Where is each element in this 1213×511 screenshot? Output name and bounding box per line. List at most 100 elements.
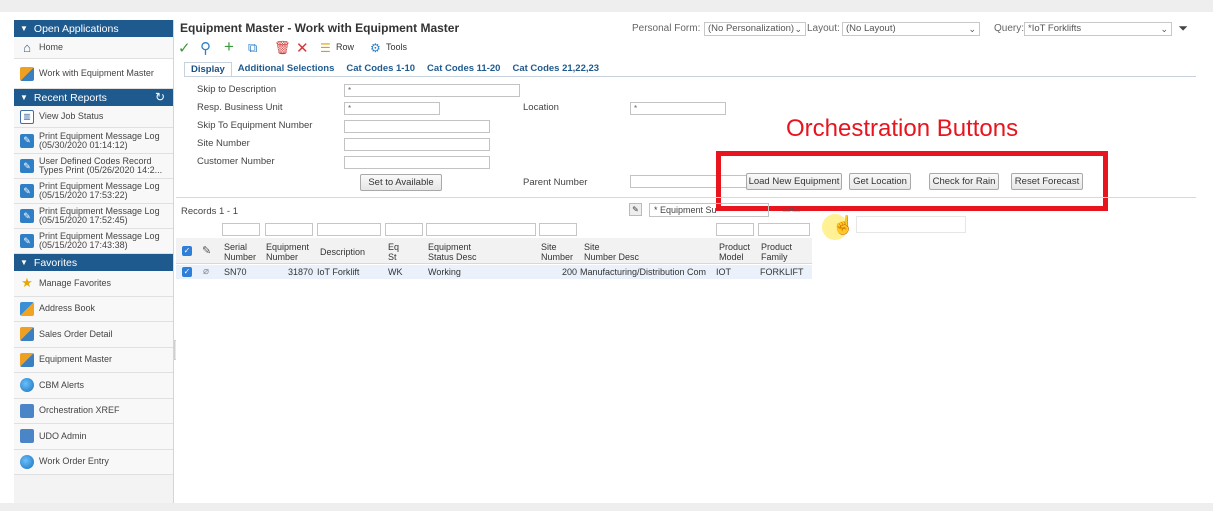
- title-bar: Equipment Master - Work with Equipment M…: [176, 20, 1196, 38]
- search-icon[interactable]: ⚲: [200, 39, 211, 57]
- tab-cat-codes-11-20[interactable]: Cat Codes 11-20: [421, 62, 506, 76]
- recent-report-item[interactable]: ✎ User Defined Codes Record Types Print (…: [14, 154, 173, 179]
- edit-icon: ✎: [20, 234, 34, 248]
- personal-form-label: Personal Form:: [632, 23, 701, 34]
- cell-product-model: IOT: [716, 267, 731, 277]
- location-input[interactable]: *: [630, 102, 726, 115]
- customer-number-input[interactable]: [344, 156, 490, 169]
- tab-display[interactable]: Display: [184, 62, 232, 76]
- skip-equipment-number-label: Skip To Equipment Number: [197, 120, 313, 131]
- people-icon: [20, 327, 34, 342]
- favorite-equipment-master[interactable]: Equipment Master: [14, 347, 173, 373]
- site-number-input[interactable]: [344, 138, 490, 151]
- column-header-equipment-number[interactable]: Equipment Number: [266, 242, 309, 262]
- recent-report-item[interactable]: ✎ Print Equipment Message Log (05/15/2020…: [14, 204, 173, 229]
- skip-equipment-number-input[interactable]: [344, 120, 490, 133]
- table-row[interactable]: ✓ ⌀ SN70 31870 IoT Forklift WK Working 2…: [176, 265, 812, 279]
- recent-report-item[interactable]: ✎ Print Equipment Message Log (05/15/2020…: [14, 179, 173, 204]
- qbe-product-family[interactable]: [758, 223, 810, 236]
- paperclip-icon[interactable]: ⌀: [203, 266, 209, 277]
- chevron-down-icon: ⌄: [1160, 24, 1168, 34]
- resp-business-unit-input[interactable]: *: [344, 102, 440, 115]
- cell-equipment-number: 31870: [288, 267, 314, 277]
- grid-format-select[interactable]: * Equipment Su: [649, 203, 769, 217]
- customer-number-label: Customer Number: [197, 156, 275, 167]
- window-bottom-strip: [0, 503, 1213, 511]
- tab-additional-selections[interactable]: Additional Selections: [232, 62, 341, 76]
- copy-icon[interactable]: ⧉: [248, 40, 257, 56]
- column-header-product-model[interactable]: Product Model: [719, 242, 750, 262]
- delete-icon[interactable]: 🗑: [274, 40, 291, 56]
- column-header-description[interactable]: Description: [320, 247, 365, 257]
- add-icon[interactable]: +: [224, 37, 234, 57]
- set-to-available-button[interactable]: Set to Available: [360, 174, 442, 191]
- qbe-description[interactable]: [317, 223, 381, 236]
- favorite-orchestration-xref[interactable]: Orchestration XREF: [14, 398, 173, 424]
- column-header-site-number-desc[interactable]: Site Number Desc: [584, 242, 639, 262]
- chevron-down-icon: ⌄: [794, 24, 802, 34]
- sidebar-item-work-with-equipment-master[interactable]: Work with Equipment Master: [14, 59, 173, 89]
- tools-gear-icon[interactable]: ⚙: [370, 41, 381, 55]
- open-applications-header[interactable]: ▼ Open Applications: [14, 20, 173, 37]
- recent-report-item[interactable]: ✎ Print Equipment Message Log (05/15/2020…: [14, 229, 173, 254]
- star-icon: ★: [21, 275, 33, 291]
- qbe-product-model[interactable]: [716, 223, 754, 236]
- personal-form-select[interactable]: (No Personalization) ⌄: [704, 22, 806, 36]
- layout-label: Layout:: [807, 23, 840, 34]
- favorite-label: UDO Admin: [39, 430, 87, 441]
- recent-report-item[interactable]: ✎ Print Equipment Message Log (05/30/2020…: [14, 128, 173, 154]
- grid-format-icon[interactable]: ✎: [629, 203, 642, 216]
- sidebar-item-home[interactable]: ⌂ Home: [14, 37, 173, 59]
- favorite-manage-favorites[interactable]: ★ Manage Favorites: [14, 271, 173, 297]
- ok-check-icon[interactable]: ✓: [178, 39, 191, 57]
- close-icon[interactable]: ✕: [296, 39, 309, 57]
- favorite-sales-order-detail[interactable]: Sales Order Detail: [14, 322, 173, 348]
- recent-reports-header[interactable]: ▼ Recent Reports ↻: [14, 89, 173, 106]
- collapse-caret-icon: ▼: [20, 258, 28, 267]
- favorites-header[interactable]: ▼ Favorites: [14, 254, 173, 271]
- collapse-caret-icon: ▼: [20, 24, 28, 33]
- row-menu-label[interactable]: Row: [336, 42, 354, 52]
- people-icon: [20, 352, 34, 367]
- qbe-eq-status[interactable]: [385, 223, 423, 236]
- tab-cat-codes-21-22-23[interactable]: Cat Codes 21,22,23: [506, 62, 605, 76]
- row-menu-icon[interactable]: ☰: [320, 41, 331, 55]
- layout-select[interactable]: (No Layout) ⌄: [842, 22, 980, 36]
- refresh-icon[interactable]: ↻: [155, 90, 165, 104]
- favorite-cbm-alerts[interactable]: CBM Alerts: [14, 373, 173, 399]
- recent-report-date: (05/15/2020 17:43:38): [39, 240, 128, 250]
- qbe-status-desc[interactable]: [426, 223, 536, 236]
- favorite-udo-admin[interactable]: UDO Admin: [14, 424, 173, 450]
- sidebar-item-label: Work with Equipment Master: [39, 68, 154, 78]
- query-select[interactable]: *IoT Forklifts ⌄: [1024, 22, 1172, 36]
- location-label: Location: [523, 102, 559, 113]
- tab-cat-codes-1-10[interactable]: Cat Codes 1-10: [340, 62, 421, 76]
- recent-report-date: (05/15/2020 17:52:45): [39, 215, 128, 225]
- favorite-work-order-entry[interactable]: Work Order Entry: [14, 449, 173, 475]
- column-header-eq-st[interactable]: Eq St: [388, 242, 399, 262]
- qbe-site-number[interactable]: [539, 223, 577, 236]
- qbe-equipment-number[interactable]: [265, 223, 313, 236]
- orchestration-highlight-box: [716, 151, 1108, 211]
- select-all-checkbox[interactable]: ✓: [182, 246, 192, 256]
- grid-format-actions-icon[interactable]: ▭▭: [782, 204, 801, 215]
- edit-icon: ✎: [20, 159, 34, 173]
- edit-icon: ✎: [20, 209, 34, 223]
- favorite-label: Work Order Entry: [39, 456, 109, 467]
- recent-report-date: (05/30/2020 01:14:12): [39, 139, 128, 150]
- favorites-label: Favorites: [33, 256, 78, 269]
- open-applications-label: Open Applications: [33, 22, 119, 35]
- filter-icon[interactable]: ⏷: [1178, 21, 1188, 36]
- column-header-equipment-status-desc[interactable]: Equipment Status Desc: [428, 242, 477, 262]
- column-header-product-family[interactable]: Product Family: [761, 242, 792, 262]
- skip-description-input[interactable]: *: [344, 84, 520, 97]
- grid-header: ✓ ✎ Serial Number Equipment Number Descrip…: [176, 238, 812, 264]
- favorite-address-book[interactable]: Address Book: [14, 296, 173, 322]
- recent-report-item[interactable]: ▥ View Job Status: [14, 106, 173, 128]
- column-header-serial-number[interactable]: Serial Number: [224, 242, 256, 262]
- tools-menu-label[interactable]: Tools: [386, 42, 407, 52]
- row-checkbox[interactable]: ✓: [182, 267, 192, 277]
- qbe-serial-number[interactable]: [222, 223, 260, 236]
- page-title: Equipment Master - Work with Equipment M…: [180, 21, 460, 35]
- column-header-site-number[interactable]: Site Number: [541, 242, 573, 262]
